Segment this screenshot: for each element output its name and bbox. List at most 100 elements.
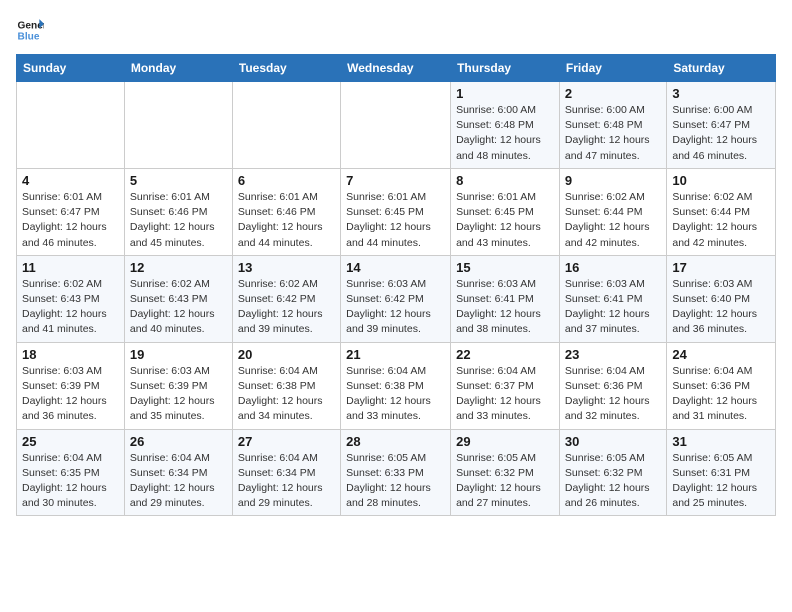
calendar-table: SundayMondayTuesdayWednesdayThursdayFrid… xyxy=(16,54,776,516)
day-number: 13 xyxy=(238,260,335,275)
day-cell: 25Sunrise: 6:04 AM Sunset: 6:35 PM Dayli… xyxy=(17,429,125,516)
day-number: 15 xyxy=(456,260,554,275)
header-wednesday: Wednesday xyxy=(341,55,451,82)
day-number: 5 xyxy=(130,173,227,188)
day-number: 16 xyxy=(565,260,661,275)
day-cell: 4 Sunrise: 6:01 AM Sunset: 6:47 PM Daylig… xyxy=(17,168,125,255)
day-cell: 22 Sunrise: 6:04 AM Sunset: 6:37 PM Dayli… xyxy=(451,342,560,429)
day-cell: 2 Sunrise: 6:00 AM Sunset: 6:48 PM Daylig… xyxy=(559,82,666,169)
day-info: Sunrise: 6:04 AM Sunset: 6:36 PM Dayligh… xyxy=(672,364,770,425)
day-cell: 30 Sunrise: 6:05 AM Sunset: 6:32 PM Dayli… xyxy=(559,429,666,516)
day-info: Sunrise: 6:01 AM Sunset: 6:45 PM Dayligh… xyxy=(346,190,445,251)
day-cell: 11 Sunrise: 6:02 AM Sunset: 6:43 PM Dayli… xyxy=(17,255,125,342)
day-number: 9 xyxy=(565,173,661,188)
day-cell: 13 Sunrise: 6:02 AM Sunset: 6:42 PM Dayli… xyxy=(232,255,340,342)
day-cell: 17Sunrise: 6:03 AM Sunset: 6:40 PM Dayli… xyxy=(667,255,776,342)
day-info: Sunrise: 6:03 AM Sunset: 6:41 PM Dayligh… xyxy=(456,277,554,338)
day-cell: 16Sunrise: 6:03 AM Sunset: 6:41 PM Dayli… xyxy=(559,255,666,342)
header-saturday: Saturday xyxy=(667,55,776,82)
day-number: 27 xyxy=(238,434,335,449)
day-number: 31 xyxy=(672,434,770,449)
day-number: 2 xyxy=(565,86,661,101)
day-cell: 24Sunrise: 6:04 AM Sunset: 6:36 PM Dayli… xyxy=(667,342,776,429)
day-cell: 1 Sunrise: 6:00 AM Sunset: 6:48 PM Daylig… xyxy=(451,82,560,169)
day-info: Sunrise: 6:03 AM Sunset: 6:39 PM Dayligh… xyxy=(22,364,119,425)
day-cell: 20 Sunrise: 6:04 AM Sunset: 6:38 PM Dayli… xyxy=(232,342,340,429)
day-info: Sunrise: 6:02 AM Sunset: 6:44 PM Dayligh… xyxy=(565,190,661,251)
day-info: Sunrise: 6:00 AM Sunset: 6:48 PM Dayligh… xyxy=(456,103,554,164)
day-info: Sunrise: 6:04 AM Sunset: 6:34 PM Dayligh… xyxy=(238,451,335,512)
day-cell: 18 Sunrise: 6:03 AM Sunset: 6:39 PM Dayli… xyxy=(17,342,125,429)
day-cell: 8Sunrise: 6:01 AM Sunset: 6:45 PM Daylig… xyxy=(451,168,560,255)
calendar-header-row: SundayMondayTuesdayWednesdayThursdayFrid… xyxy=(17,55,776,82)
day-cell: 21 Sunrise: 6:04 AM Sunset: 6:38 PM Dayli… xyxy=(341,342,451,429)
day-number: 22 xyxy=(456,347,554,362)
day-number: 12 xyxy=(130,260,227,275)
day-info: Sunrise: 6:05 AM Sunset: 6:32 PM Dayligh… xyxy=(565,451,661,512)
day-number: 7 xyxy=(346,173,445,188)
day-cell xyxy=(232,82,340,169)
day-number: 1 xyxy=(456,86,554,101)
day-info: Sunrise: 6:04 AM Sunset: 6:38 PM Dayligh… xyxy=(238,364,335,425)
day-cell: 27 Sunrise: 6:04 AM Sunset: 6:34 PM Dayli… xyxy=(232,429,340,516)
day-number: 19 xyxy=(130,347,227,362)
week-row-5: 25Sunrise: 6:04 AM Sunset: 6:35 PM Dayli… xyxy=(17,429,776,516)
day-number: 4 xyxy=(22,173,119,188)
week-row-2: 4 Sunrise: 6:01 AM Sunset: 6:47 PM Daylig… xyxy=(17,168,776,255)
day-number: 18 xyxy=(22,347,119,362)
day-info: Sunrise: 6:02 AM Sunset: 6:44 PM Dayligh… xyxy=(672,190,770,251)
header-monday: Monday xyxy=(124,55,232,82)
day-number: 26 xyxy=(130,434,227,449)
day-number: 14 xyxy=(346,260,445,275)
day-info: Sunrise: 6:01 AM Sunset: 6:47 PM Dayligh… xyxy=(22,190,119,251)
header: General Blue xyxy=(16,16,776,44)
day-number: 29 xyxy=(456,434,554,449)
day-number: 28 xyxy=(346,434,445,449)
day-cell: 10 Sunrise: 6:02 AM Sunset: 6:44 PM Dayli… xyxy=(667,168,776,255)
day-info: Sunrise: 6:01 AM Sunset: 6:46 PM Dayligh… xyxy=(130,190,227,251)
day-info: Sunrise: 6:05 AM Sunset: 6:33 PM Dayligh… xyxy=(346,451,445,512)
day-cell: 12 Sunrise: 6:02 AM Sunset: 6:43 PM Dayli… xyxy=(124,255,232,342)
day-number: 25 xyxy=(22,434,119,449)
header-tuesday: Tuesday xyxy=(232,55,340,82)
header-friday: Friday xyxy=(559,55,666,82)
day-number: 20 xyxy=(238,347,335,362)
header-sunday: Sunday xyxy=(17,55,125,82)
day-number: 8 xyxy=(456,173,554,188)
day-info: Sunrise: 6:03 AM Sunset: 6:39 PM Dayligh… xyxy=(130,364,227,425)
day-cell: 15 Sunrise: 6:03 AM Sunset: 6:41 PM Dayli… xyxy=(451,255,560,342)
day-cell xyxy=(124,82,232,169)
day-cell: 7 Sunrise: 6:01 AM Sunset: 6:45 PM Daylig… xyxy=(341,168,451,255)
header-thursday: Thursday xyxy=(451,55,560,82)
day-number: 6 xyxy=(238,173,335,188)
day-cell: 23 Sunrise: 6:04 AM Sunset: 6:36 PM Dayli… xyxy=(559,342,666,429)
day-info: Sunrise: 6:00 AM Sunset: 6:48 PM Dayligh… xyxy=(565,103,661,164)
day-info: Sunrise: 6:03 AM Sunset: 6:40 PM Dayligh… xyxy=(672,277,770,338)
day-cell xyxy=(341,82,451,169)
day-number: 21 xyxy=(346,347,445,362)
logo-icon: General Blue xyxy=(16,16,44,44)
day-info: Sunrise: 6:04 AM Sunset: 6:36 PM Dayligh… xyxy=(565,364,661,425)
day-cell: 9 Sunrise: 6:02 AM Sunset: 6:44 PM Daylig… xyxy=(559,168,666,255)
logo: General Blue xyxy=(16,16,48,44)
day-info: Sunrise: 6:02 AM Sunset: 6:42 PM Dayligh… xyxy=(238,277,335,338)
day-number: 10 xyxy=(672,173,770,188)
day-cell: 3 Sunrise: 6:00 AM Sunset: 6:47 PM Daylig… xyxy=(667,82,776,169)
day-info: Sunrise: 6:03 AM Sunset: 6:42 PM Dayligh… xyxy=(346,277,445,338)
day-number: 11 xyxy=(22,260,119,275)
day-info: Sunrise: 6:02 AM Sunset: 6:43 PM Dayligh… xyxy=(22,277,119,338)
week-row-3: 11 Sunrise: 6:02 AM Sunset: 6:43 PM Dayli… xyxy=(17,255,776,342)
day-number: 30 xyxy=(565,434,661,449)
day-info: Sunrise: 6:01 AM Sunset: 6:46 PM Dayligh… xyxy=(238,190,335,251)
day-info: Sunrise: 6:04 AM Sunset: 6:37 PM Dayligh… xyxy=(456,364,554,425)
day-cell: 5 Sunrise: 6:01 AM Sunset: 6:46 PM Daylig… xyxy=(124,168,232,255)
day-info: Sunrise: 6:02 AM Sunset: 6:43 PM Dayligh… xyxy=(130,277,227,338)
day-cell xyxy=(17,82,125,169)
day-cell: 19 Sunrise: 6:03 AM Sunset: 6:39 PM Dayli… xyxy=(124,342,232,429)
day-info: Sunrise: 6:00 AM Sunset: 6:47 PM Dayligh… xyxy=(672,103,770,164)
week-row-1: 1 Sunrise: 6:00 AM Sunset: 6:48 PM Daylig… xyxy=(17,82,776,169)
day-number: 3 xyxy=(672,86,770,101)
day-info: Sunrise: 6:04 AM Sunset: 6:38 PM Dayligh… xyxy=(346,364,445,425)
day-number: 23 xyxy=(565,347,661,362)
day-cell: 26Sunrise: 6:04 AM Sunset: 6:34 PM Dayli… xyxy=(124,429,232,516)
